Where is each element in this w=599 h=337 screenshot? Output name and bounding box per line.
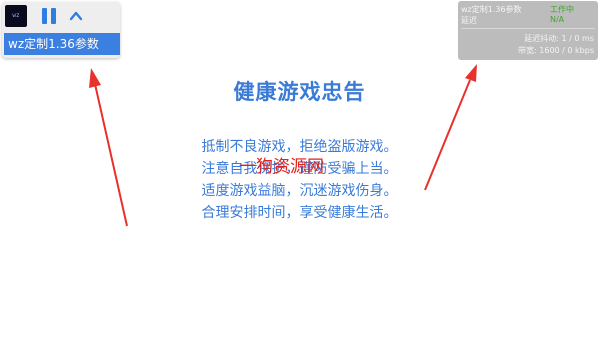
arrow-to-status-panel: [424, 64, 477, 191]
annotation-arrows: [89, 64, 477, 227]
arrow-to-floating-panel: [89, 68, 128, 227]
